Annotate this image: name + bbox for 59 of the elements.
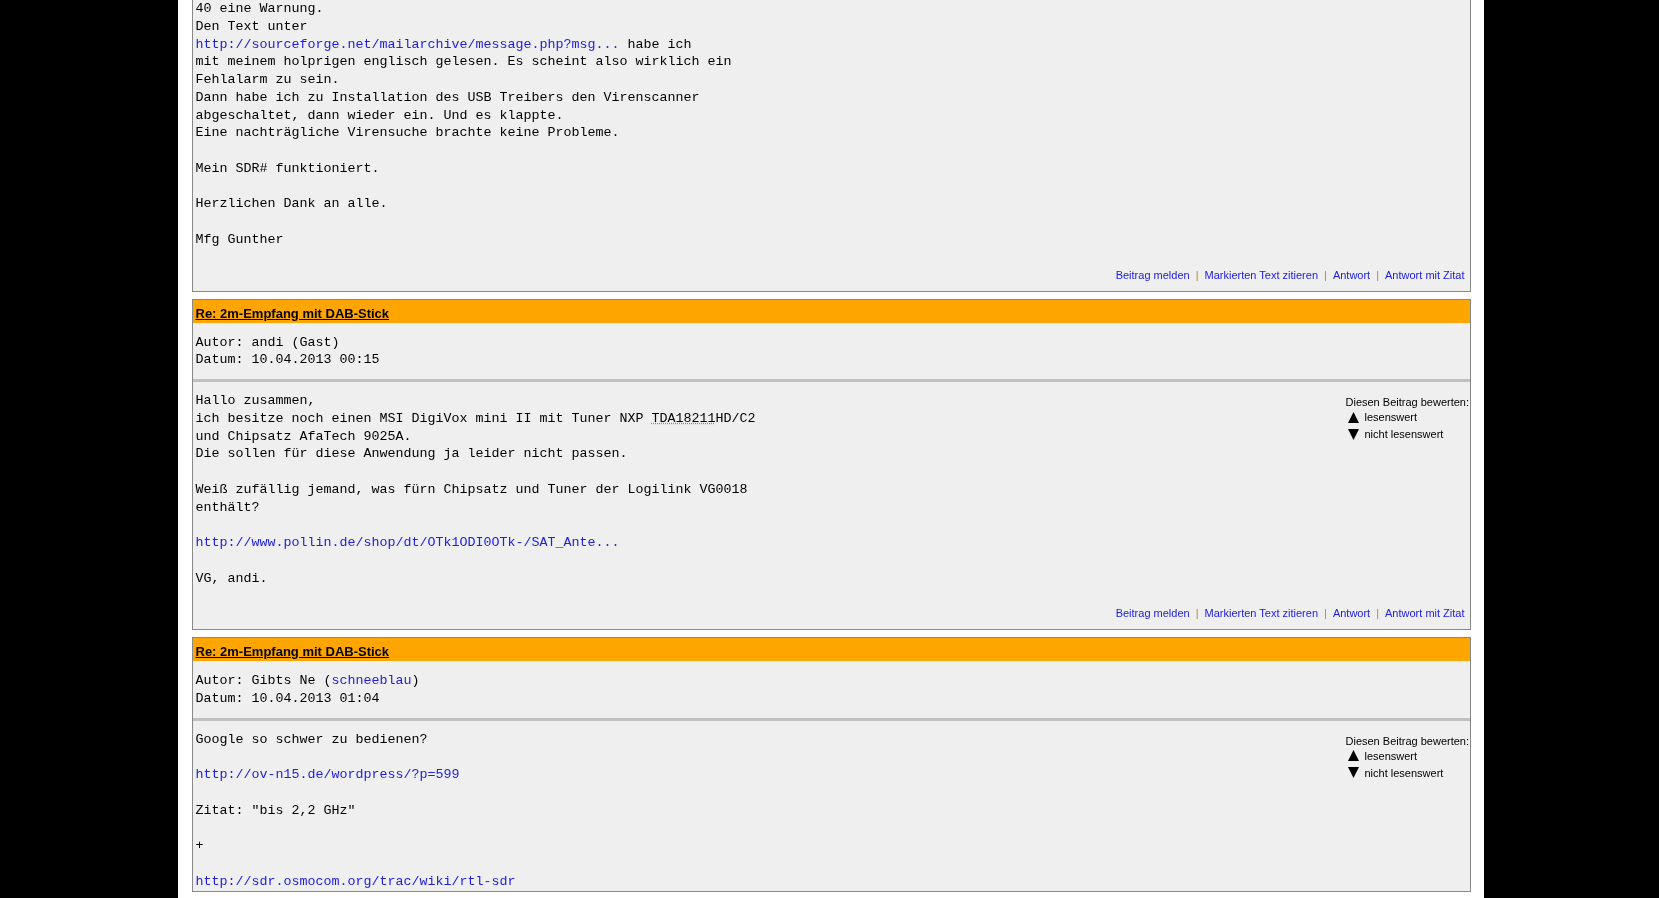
upvote-link[interactable]: lesenswert bbox=[1347, 749, 1418, 762]
up-triangle-icon bbox=[1347, 750, 1359, 762]
post-text: Google so schwer zu bedienen? bbox=[195, 731, 428, 747]
post-text: HD/C2 bbox=[715, 410, 756, 426]
abbreviation-text: TDA18211 bbox=[651, 410, 716, 426]
post-text: Den Text unter bbox=[195, 18, 308, 34]
post-text: ich besitze noch einen MSI DigiVox mini II mit Tuner NXP bbox=[195, 410, 645, 426]
rating-label: Diesen Beitrag bewerten: bbox=[1345, 396, 1470, 408]
post-text: Zitat: "bis 2,2 GHz" bbox=[195, 802, 356, 818]
post-title-link[interactable]: Re: 2m-Empfang mit DAB-Stick bbox=[195, 305, 390, 321]
post-text: abgeschaltet, dann wieder ein. Und es klappte. bbox=[195, 107, 564, 123]
post-text: enthält? bbox=[195, 499, 260, 515]
post-meta-text: Autor: andi (Gast) bbox=[195, 334, 340, 350]
down-triangle-icon bbox=[1347, 428, 1359, 440]
separator-text: | bbox=[1376, 268, 1380, 281]
post-meta-text: Datum: 10.04.2013 00:15 bbox=[195, 352, 380, 368]
post-action-link[interactable]: Markierten Text zitieren bbox=[1204, 268, 1318, 281]
post-text: Herzlichen Dank an alle. bbox=[195, 196, 388, 212]
post-text: + bbox=[195, 838, 204, 854]
upvote-link[interactable]: lesenswert bbox=[1347, 411, 1418, 423]
post-text: Hallo zusammen, bbox=[195, 393, 316, 408]
post-text: 40 eine Warnung. bbox=[195, 1, 324, 16]
url-link[interactable]: http://ov-n15.de/wordpress/?p=599 bbox=[195, 767, 460, 783]
post-text: Dann habe ich zu Installation des USB Treibers den Virenscanner bbox=[195, 89, 700, 105]
post-meta-text: Autor: Gibts Ne ( bbox=[195, 673, 332, 689]
post-action-link[interactable]: Antwort bbox=[1332, 607, 1371, 620]
post-text: und Chipsatz AfaTech 9025A. bbox=[195, 428, 412, 444]
rating-label: Diesen Beitrag bewerten: bbox=[1345, 734, 1470, 747]
separator-text: | bbox=[1195, 268, 1199, 281]
post-meta-text: Datum: 10.04.2013 01:04 bbox=[195, 691, 380, 706]
post-action-link[interactable]: Antwort bbox=[1332, 268, 1371, 281]
downvote-link[interactable]: nicht lesenswert bbox=[1347, 428, 1444, 440]
post-text: Die sollen für diese Anwendung ja leider nicht passen. bbox=[195, 446, 628, 462]
post-text: Mfg Gunther bbox=[195, 231, 284, 247]
post-text: VG, andi. bbox=[195, 570, 268, 586]
separator-text: | bbox=[1324, 607, 1327, 620]
downvote-link[interactable]: nicht lesenswert bbox=[1347, 766, 1444, 779]
separator-text: | bbox=[1324, 268, 1327, 281]
post-action-link[interactable]: Antwort mit Zitat bbox=[1385, 268, 1465, 281]
post-text: Mein SDR# funktioniert. bbox=[195, 160, 380, 176]
url-link[interactable]: http://www.pollin.de/shop/dt/OTk1ODI0OTk-/SAT_Ante... bbox=[195, 535, 620, 550]
separator-text: | bbox=[1376, 607, 1380, 620]
post-text: Eine nachträgliche Virensuche brachte keine Probleme. bbox=[195, 125, 620, 141]
url-link[interactable]: http://sdr.osmocom.org/trac/wiki/rtl-sdr bbox=[195, 873, 516, 889]
url-link[interactable]: http://sourceforge.net/mailarchive/message.php?msg... bbox=[195, 36, 620, 52]
post-action-link[interactable]: Beitrag melden bbox=[1115, 268, 1190, 281]
up-triangle-icon bbox=[1347, 411, 1359, 423]
post-action-link[interactable]: Markierten Text zitieren bbox=[1204, 607, 1318, 620]
separator-text: | bbox=[1195, 607, 1199, 620]
post-action-link[interactable]: Antwort mit Zitat bbox=[1385, 607, 1465, 620]
post-text: Weiß zufällig jemand, was fürn Chipsatz und Tuner der Logilink VG0018 bbox=[195, 481, 748, 497]
post-action-link[interactable]: Beitrag melden bbox=[1115, 607, 1190, 620]
post-text: habe ich bbox=[626, 36, 692, 52]
post-text: mit meinem holprigen englisch gelesen. Es scheint also wirklich ein bbox=[195, 54, 732, 70]
post-meta-text: ) bbox=[411, 673, 420, 689]
down-triangle-icon bbox=[1347, 767, 1359, 779]
username-link[interactable]: schneeblau bbox=[331, 673, 412, 689]
post-text: Fehlalarm zu sein. bbox=[195, 72, 340, 87]
post-title-link[interactable]: Re: 2m-Empfang mit DAB-Stick bbox=[195, 644, 390, 660]
